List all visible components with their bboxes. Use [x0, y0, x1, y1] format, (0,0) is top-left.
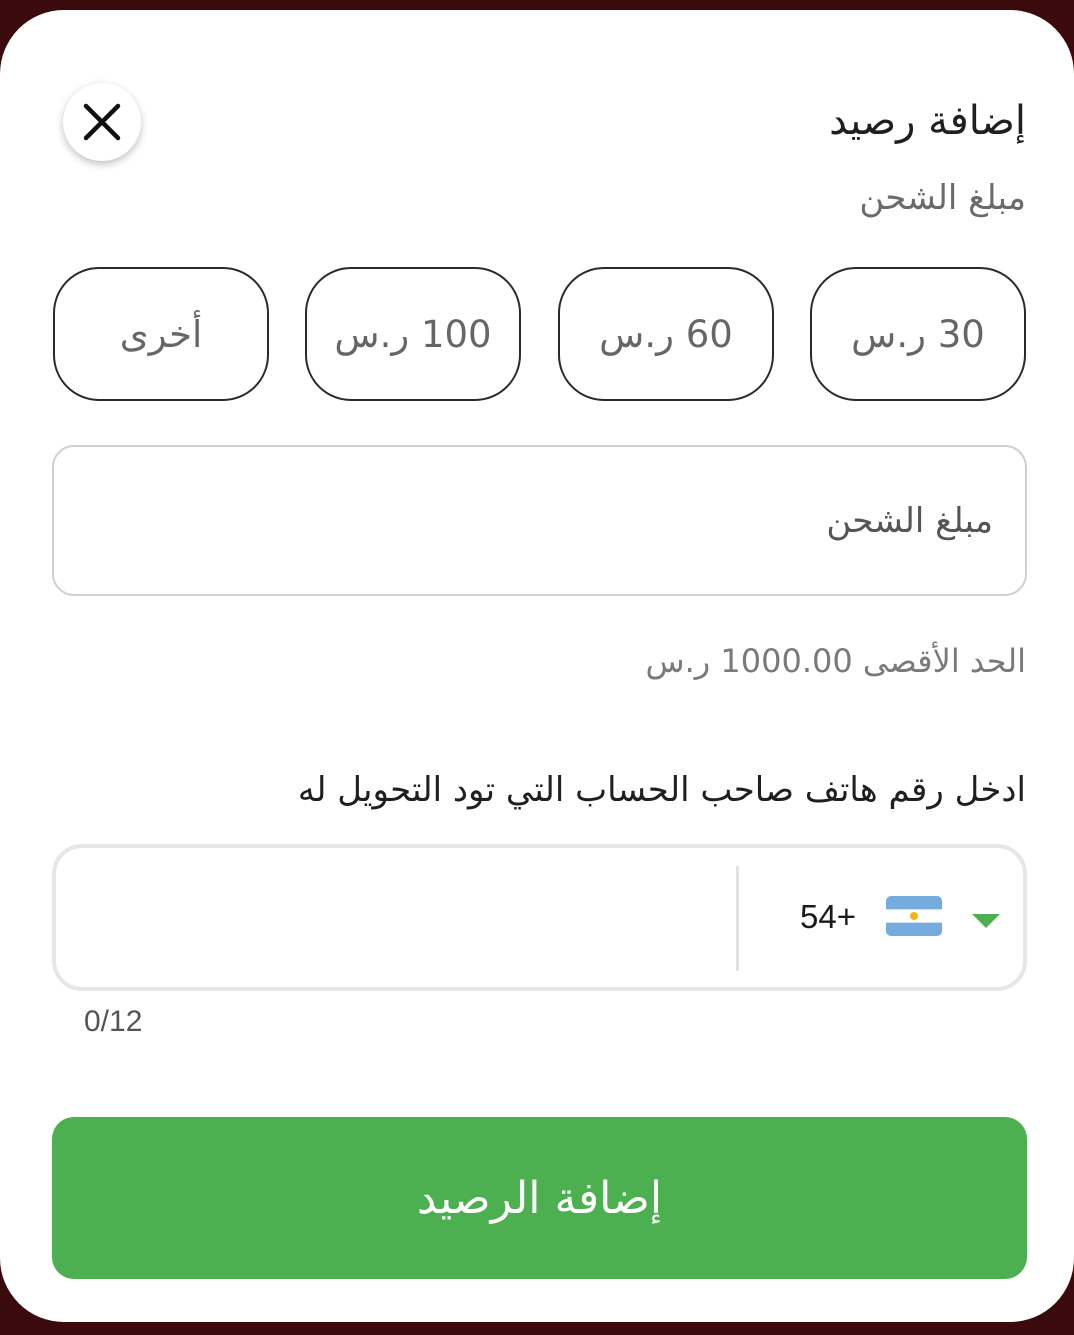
add-balance-sheet: إضافة رصيد مبلغ الشحن 30 ر.س 60 ر.س 100 … — [0, 10, 1074, 1322]
amount-option-other[interactable]: أخرى — [53, 267, 269, 401]
phone-field-container: 54+ — [52, 844, 1027, 991]
country-code-picker[interactable]: 54+ — [746, 848, 1026, 987]
phone-char-counter: 0/12 — [84, 1005, 143, 1038]
amount-option-100[interactable]: 100 ر.س — [305, 267, 521, 401]
phone-number-input[interactable] — [56, 848, 736, 987]
amount-option-30[interactable]: 30 ر.س — [810, 267, 1026, 401]
amount-field-container — [52, 445, 1027, 596]
close-button[interactable] — [63, 83, 141, 161]
close-icon — [83, 103, 121, 141]
argentina-flag-icon — [886, 896, 942, 936]
phone-field-divider — [736, 866, 739, 971]
dial-code: 54+ — [800, 898, 856, 935]
sheet-title: إضافة رصيد — [829, 98, 1026, 144]
max-amount-hint: الحد الأقصى 1000.00 ر.س — [645, 642, 1026, 680]
add-balance-button[interactable]: إضافة الرصيد — [52, 1117, 1027, 1279]
phone-field-label: ادخل رقم هاتف صاحب الحساب التي تود التحو… — [297, 770, 1026, 810]
chevron-down-icon — [972, 914, 1000, 934]
amount-option-60[interactable]: 60 ر.س — [558, 267, 774, 401]
amount-input[interactable] — [54, 447, 1025, 594]
amount-section-label: مبلغ الشحن — [859, 178, 1026, 218]
